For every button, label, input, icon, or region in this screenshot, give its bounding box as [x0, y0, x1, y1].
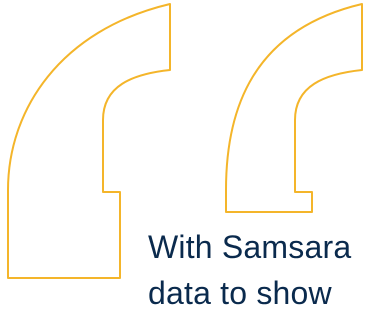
quote-line-2: data to show	[148, 275, 332, 311]
testimonial-card: With Samsara data to show	[0, 0, 381, 314]
quote-line-1: With Samsara	[148, 229, 352, 265]
quote-glyph-right	[225, 3, 363, 213]
quote-text: With Samsara data to show	[148, 224, 351, 314]
quote-glyph-left	[7, 3, 171, 279]
